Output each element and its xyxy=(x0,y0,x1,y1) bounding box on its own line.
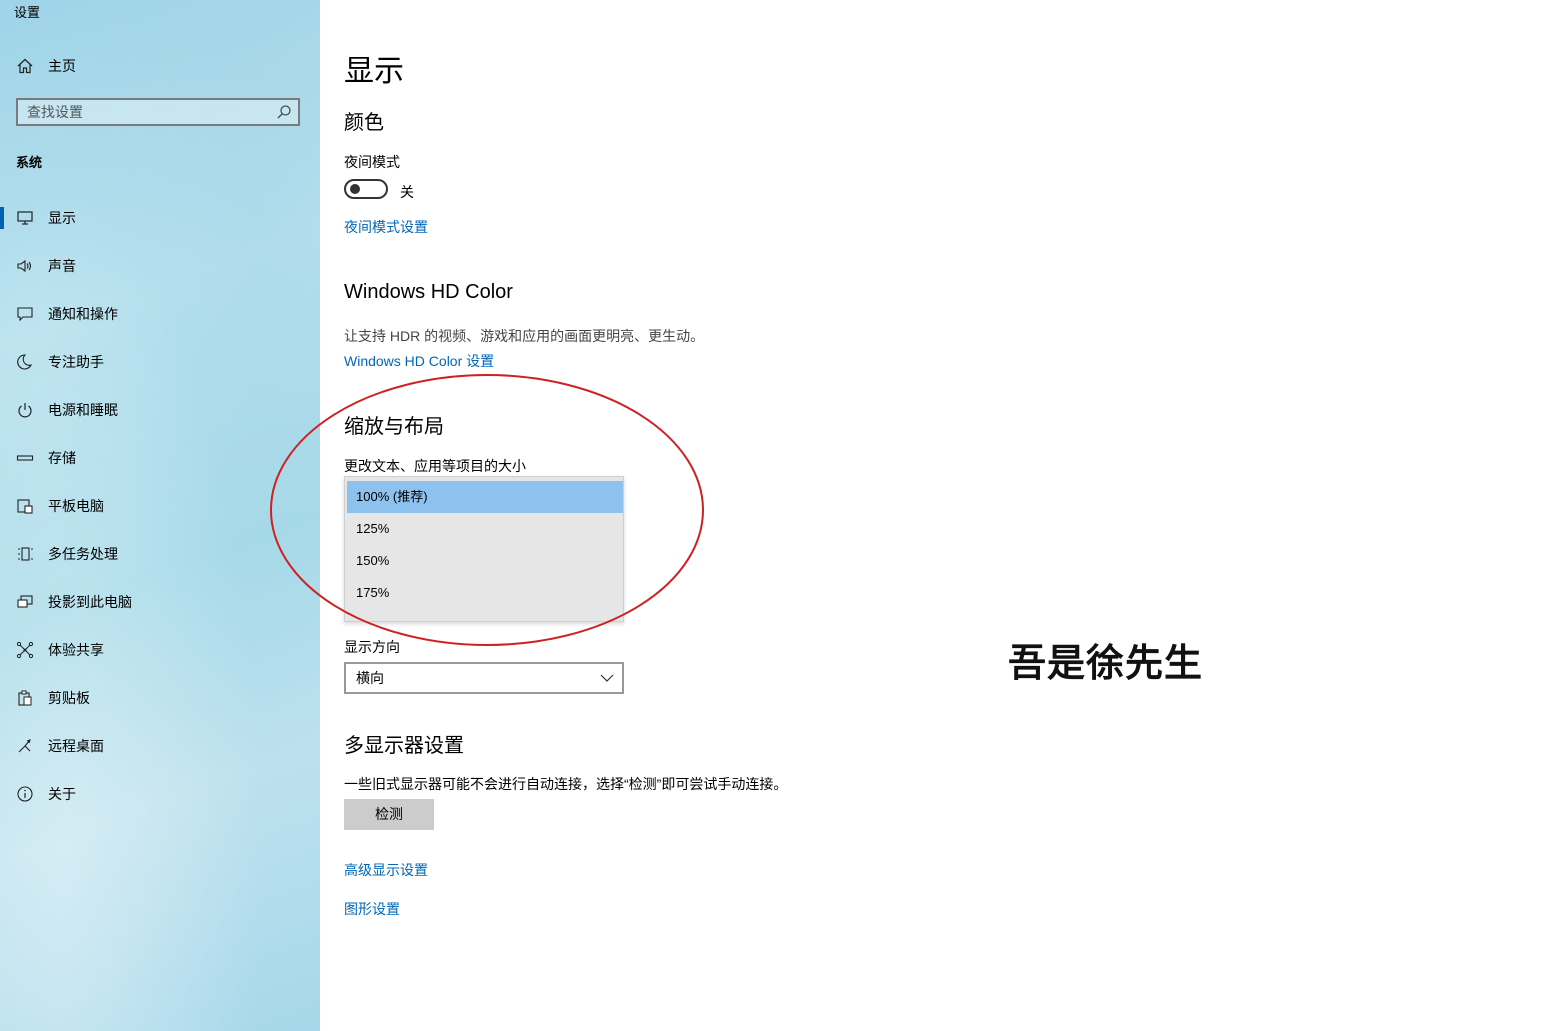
sidebar-item-label: 通知和操作 xyxy=(48,306,118,322)
chevron-down-icon xyxy=(600,674,614,682)
monitor-icon xyxy=(17,211,33,225)
sidebar-item-label: 远程桌面 xyxy=(48,738,104,754)
sidebar-item-storage[interactable]: 存储 xyxy=(0,434,320,482)
night-mode-label: 夜间模式 xyxy=(344,154,400,170)
scale-option[interactable]: 175% xyxy=(347,577,623,609)
remote-icon xyxy=(18,739,31,753)
moon-icon xyxy=(17,354,33,370)
sidebar-item-label: 剪贴板 xyxy=(48,690,90,706)
multi-display-heading: 多显示器设置 xyxy=(344,735,464,757)
search-input[interactable] xyxy=(18,100,267,124)
sidebar-item-display[interactable]: 显示 xyxy=(0,194,320,242)
sidebar-item-project[interactable]: 投影到此电脑 xyxy=(0,578,320,626)
speaker-icon xyxy=(17,259,32,273)
sidebar-item-remote-desktop[interactable]: 远程桌面 xyxy=(0,722,320,770)
orientation-value: 横向 xyxy=(356,670,384,686)
notification-icon xyxy=(17,307,33,322)
sidebar-item-label: 平板电脑 xyxy=(48,498,104,514)
hdr-description: 让支持 HDR 的视频、游戏和应用的画面更明亮、更生动。 xyxy=(344,328,705,344)
share-icon xyxy=(16,641,34,659)
page-title: 显示 xyxy=(344,55,404,88)
search-box[interactable] xyxy=(16,98,300,126)
sidebar-item-label: 关于 xyxy=(48,786,76,802)
sidebar-item-label: 体验共享 xyxy=(48,642,104,658)
advanced-display-settings-link[interactable]: 高级显示设置 xyxy=(344,860,428,880)
search-icon[interactable] xyxy=(276,104,292,120)
sidebar-item-focus-assist[interactable]: 专注助手 xyxy=(0,338,320,386)
orientation-dropdown[interactable]: 横向 xyxy=(344,662,624,694)
detect-button[interactable]: 检测 xyxy=(344,799,434,830)
scale-option[interactable]: 125% xyxy=(347,513,623,545)
sidebar-item-multitasking[interactable]: 多任务处理 xyxy=(0,530,320,578)
storage-icon xyxy=(16,455,34,461)
orientation-label: 显示方向 xyxy=(344,639,400,655)
sidebar-item-label: 专注助手 xyxy=(48,354,104,370)
tablet-icon xyxy=(17,499,33,514)
sidebar-item-power[interactable]: 电源和睡眠 xyxy=(0,386,320,434)
hdr-settings-link[interactable]: Windows HD Color 设置 xyxy=(344,351,494,371)
section-title: 系统 xyxy=(16,155,43,170)
night-mode-toggle[interactable] xyxy=(344,179,388,199)
multi-display-description: 一些旧式显示器可能不会进行自动连接，选择“检测”即可尝试手动连接。 xyxy=(344,776,788,792)
sidebar-item-sound[interactable]: 声音 xyxy=(0,242,320,290)
sidebar-item-label: 声音 xyxy=(48,258,76,274)
sidebar: 设置 主页 系统 显示 声音 通知和操作 专注助手 电源和睡眠 xyxy=(0,0,320,1031)
color-heading: 颜色 xyxy=(344,112,384,134)
clipboard-icon xyxy=(18,690,32,706)
scale-dropdown-list[interactable]: 100% (推荐) 125% 150% 175% xyxy=(344,476,624,622)
scale-size-label: 更改文本、应用等项目的大小 xyxy=(344,458,526,474)
sidebar-item-label: 投影到此电脑 xyxy=(48,594,132,610)
project-icon xyxy=(17,595,33,608)
graphics-settings-link[interactable]: 图形设置 xyxy=(344,899,400,919)
sidebar-item-label: 多任务处理 xyxy=(48,546,118,562)
sidebar-item-tablet[interactable]: 平板电脑 xyxy=(0,482,320,530)
home-icon xyxy=(17,58,33,74)
night-mode-settings-link[interactable]: 夜间模式设置 xyxy=(344,217,428,237)
sidebar-nav: 显示 声音 通知和操作 专注助手 电源和睡眠 存储 平板电脑 多任务处理 投影到… xyxy=(0,194,320,818)
multitask-icon xyxy=(18,547,33,561)
sidebar-item-label: 电源和睡眠 xyxy=(48,402,118,418)
hdr-heading: Windows HD Color xyxy=(344,281,513,303)
night-mode-state: 关 xyxy=(400,184,414,200)
info-icon xyxy=(17,786,33,802)
sidebar-item-clipboard[interactable]: 剪贴板 xyxy=(0,674,320,722)
sidebar-item-label: 显示 xyxy=(48,210,76,226)
scale-heading: 缩放与布局 xyxy=(344,416,444,438)
scale-option[interactable]: 150% xyxy=(347,545,623,577)
sidebar-item-shared-experiences[interactable]: 体验共享 xyxy=(0,626,320,674)
sidebar-item-about[interactable]: 关于 xyxy=(0,770,320,818)
sidebar-item-label: 存储 xyxy=(48,450,76,466)
toggle-knob xyxy=(350,184,360,194)
sidebar-item-notifications[interactable]: 通知和操作 xyxy=(0,290,320,338)
power-icon xyxy=(18,403,32,418)
home-nav-item[interactable]: 主页 xyxy=(16,56,76,76)
watermark-text: 吾是徐先生 xyxy=(1008,643,1204,685)
window-title: 设置 xyxy=(14,5,41,20)
scale-option[interactable]: 100% (推荐) xyxy=(347,481,623,513)
home-label: 主页 xyxy=(48,58,76,74)
